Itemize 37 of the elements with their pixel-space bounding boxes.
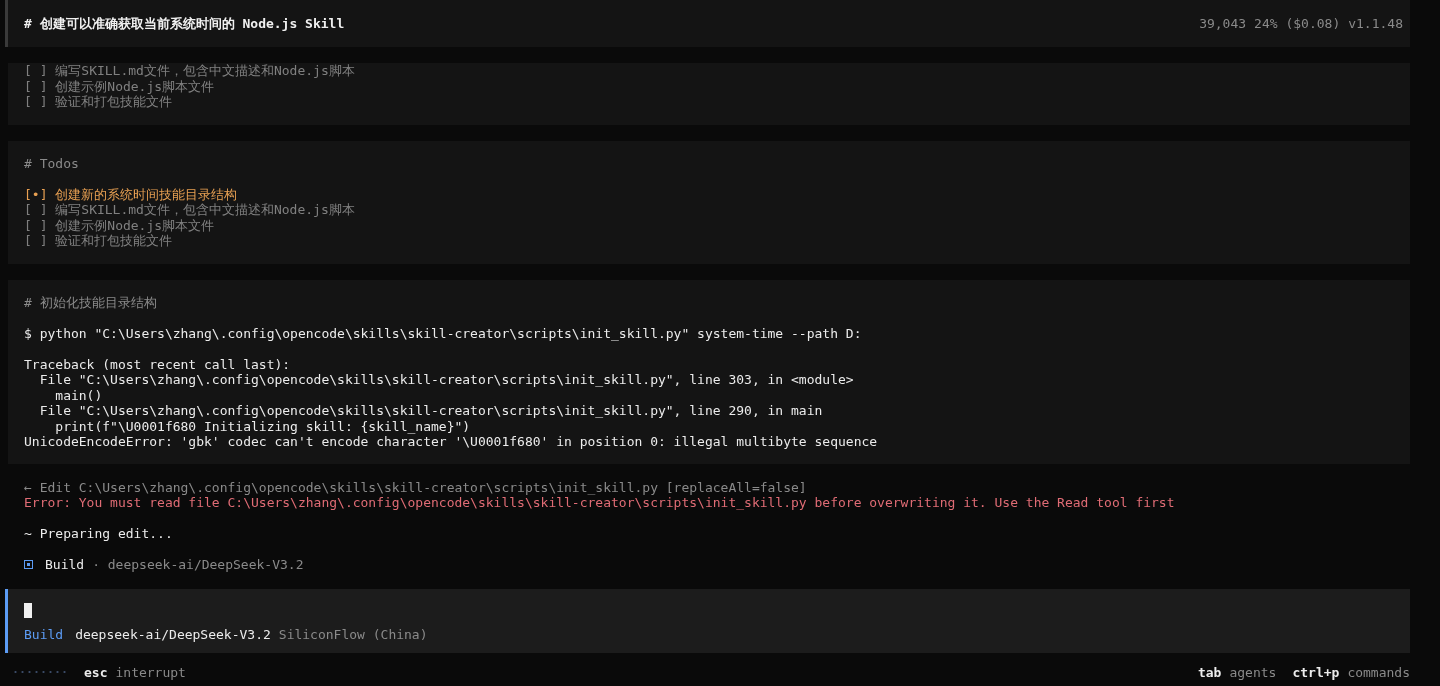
text-cursor — [24, 602, 32, 618]
edit-line: ← Edit C:\Users\zhang\.config\opencode\skills\skill-creator\scripts\init_skill.py [replaceAll=false] — [24, 479, 808, 495]
shell-command: $ python "C:\Users\zhang\.config\opencode\skills\skill-creator\scripts\init_skill.py" system-time --path D: — [24, 325, 863, 341]
todo-item: [ ] 编写SKILL.md文件，包含中文描述和Node.js脚本 — [24, 63, 356, 79]
token-count: 39,043 — [1199, 15, 1247, 32]
output-line: print(f"\U0001f680 Initializing skill: {skill_name}") — [54, 418, 472, 434]
model-name: · deepseek-ai/DeepSeek-V3.2 — [92, 557, 304, 573]
context-usage: 24% ($0.08) — [1254, 15, 1341, 32]
output-line: Traceback (most recent call last): — [24, 356, 292, 372]
agent-mode[interactable]: Build — [24, 626, 64, 642]
todo-item: [•] 创建新的系统时间技能目录结构 — [24, 186, 239, 202]
todo-item: [ ] 创建示例Node.js脚本文件 — [24, 217, 216, 233]
model-name[interactable]: deepseek-ai/DeepSeek-V3.2 — [75, 626, 271, 642]
shortcut-label: agents — [1229, 664, 1277, 680]
agent-name: Build — [45, 557, 85, 573]
provider-name: SiliconFlow (China) — [278, 626, 428, 642]
output-line: File "C:\Users\zhang\.config\opencode\skills\skill-creator\scripts\init_skill.py", line 303, in <module> — [38, 372, 855, 388]
version-label: v1.1.48 — [1348, 15, 1403, 32]
session-title: # 创建可以准确获取当前系统时间的 Node.js Skill — [24, 15, 345, 32]
todo-item: [ ] 验证和打包技能文件 — [24, 94, 174, 110]
section-heading: # Todos — [24, 155, 80, 171]
output-line: main() — [54, 387, 104, 403]
section-heading: # 初始化技能目录结构 — [24, 294, 158, 310]
todo-item: [ ] 创建示例Node.js脚本文件 — [24, 78, 216, 94]
progress-dots-icon — [12, 671, 66, 674]
shortcut-key: tab — [1197, 664, 1222, 680]
shortcut-label: interrupt — [115, 664, 186, 680]
shortcut-label: commands — [1347, 664, 1410, 680]
todo-item: [ ] 编写SKILL.md文件，包含中文描述和Node.js脚本 — [24, 202, 356, 218]
shortcut-key: esc — [84, 664, 108, 680]
shortcut-key: ctrl+p — [1292, 664, 1340, 680]
error-message: Error: You must read file C:\Users\zhang\.config\opencode\skills\skill-creator\scripts\init_skill.py before overwriting it. Use the Read tool first — [24, 495, 1176, 511]
todo-item: [ ] 验证和打包技能文件 — [24, 233, 174, 249]
output-line: File "C:\Users\zhang\.config\opencode\skills\skill-creator\scripts\init_skill.py", line 290, in main — [38, 403, 824, 419]
output-line: UnicodeEncodeError: 'gbk' codec can't encode character '\U0001f680' in position 0: illegal multibyte sequence — [24, 434, 879, 450]
status-text: ~ Preparing edit... — [24, 526, 174, 542]
square-icon — [24, 560, 33, 570]
